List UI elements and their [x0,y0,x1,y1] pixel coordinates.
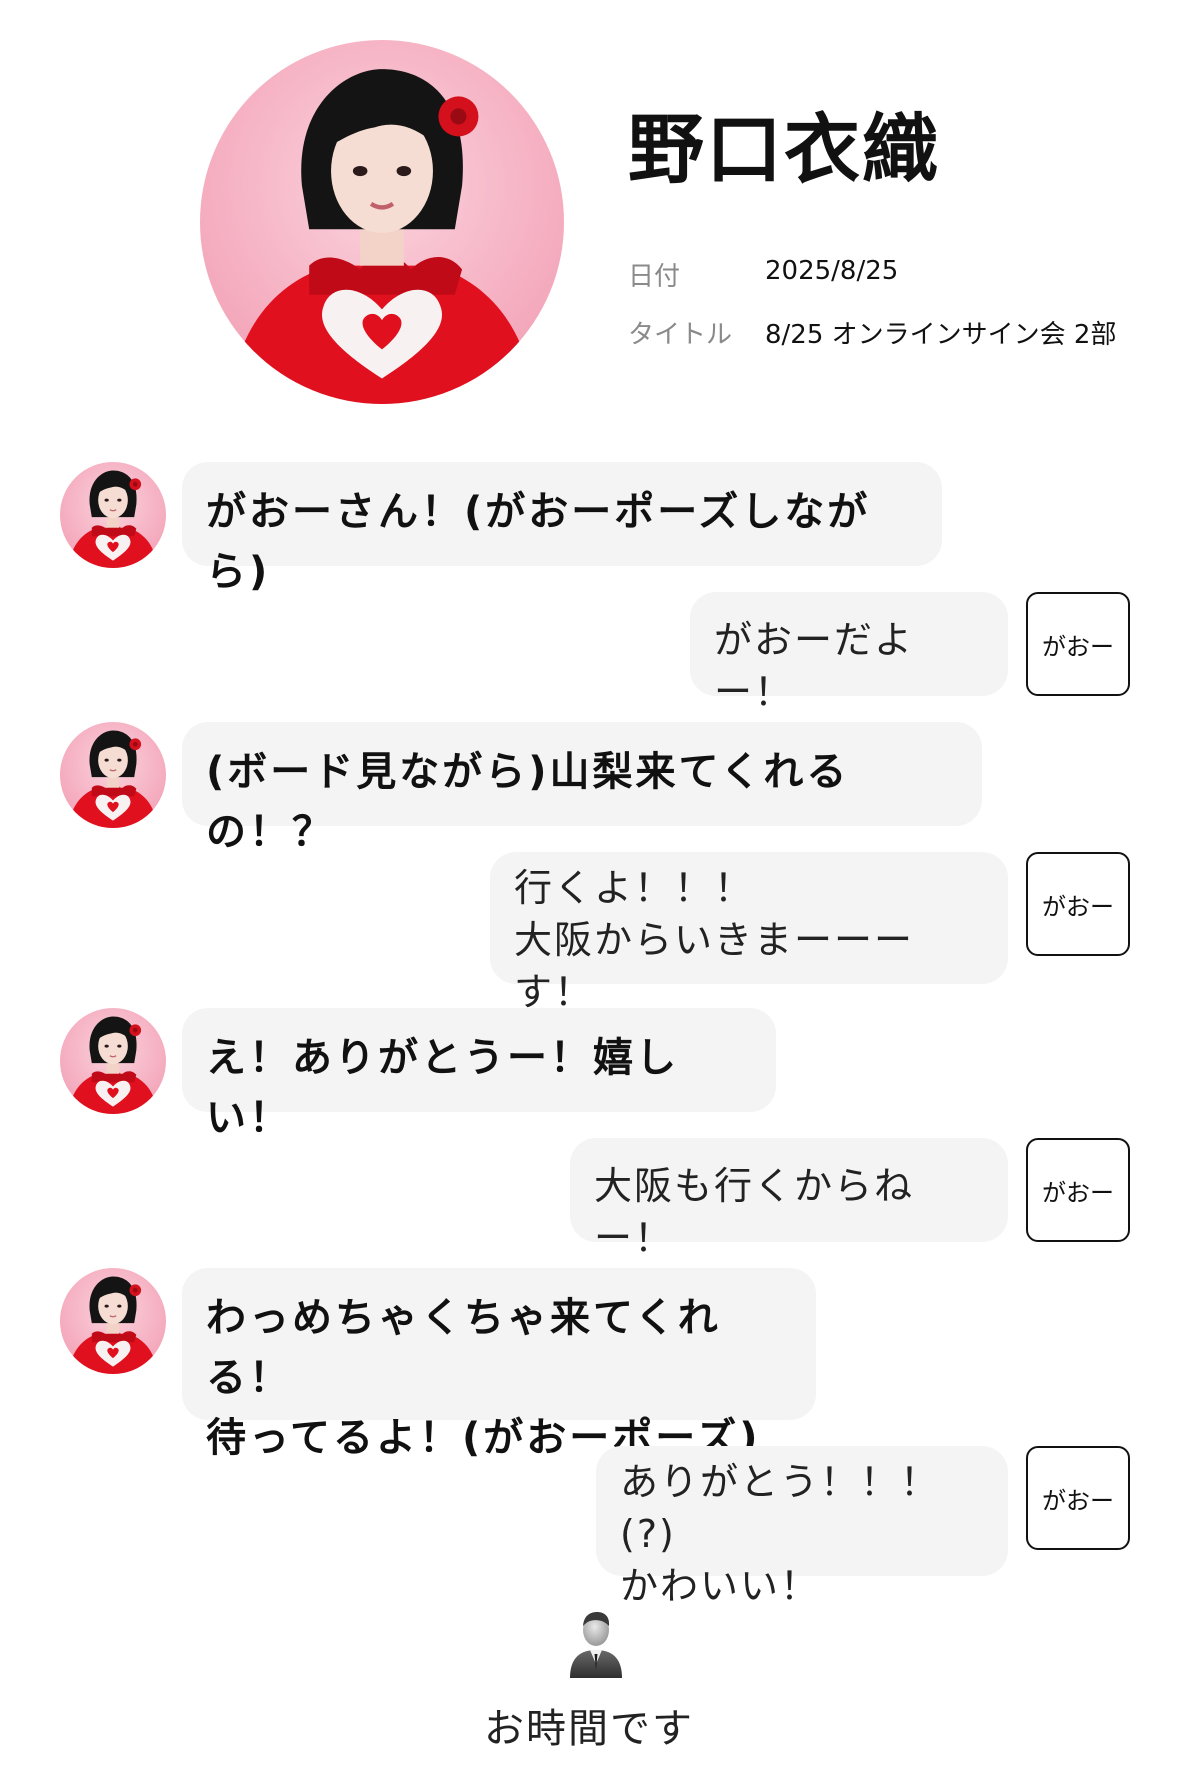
profile-photo [200,40,564,404]
fan-message-bubble: 大阪も行くからねー！ [570,1138,1008,1260]
idol-message-bubble: わっめちゃくちゃ来てくれる！ 待ってるよ！(がおーポーズ) [182,1268,816,1461]
date-value: 2025/8/25 [765,256,899,286]
idol-avatar [60,1268,166,1374]
idol-message-bubble: がおーさん！(がおーポーズしながら) [182,462,942,595]
date-label: 日付 [628,262,681,292]
idol-name: 野口衣織 [628,105,940,194]
idol-avatar [60,462,166,568]
fan-message-bubble: ありがとう！！！(?) かわいい！ [596,1446,1008,1608]
fan-message-bubble: 行くよ！！！ 大阪からいきまーーーす！ [490,852,1008,1014]
idol-avatar [60,722,166,828]
fan-name-tag: がおー [1026,1446,1130,1550]
end-notice: お時間です [484,1706,694,1752]
profile-header: 野口衣織 日付 2025/8/25 タイトル 8/25 オンラインサイン会 2部 [0,0,1178,430]
title-label: タイトル [628,320,733,350]
staff-icon [566,1604,626,1680]
fan-name-tag: がおー [1026,592,1130,696]
fan-message-bubble: がおーだよー！ [690,592,1008,714]
fan-name-tag: がおー [1026,852,1130,956]
idol-message-bubble: (ボード見ながら)山梨来てくれるの！？ [182,722,982,855]
idol-message-bubble: え！ありがとうー！嬉しい！ [182,1008,776,1141]
idol-avatar [60,1008,166,1114]
title-value: 8/25 オンラインサイン会 2部 [765,320,1117,350]
fan-name-tag: がおー [1026,1138,1130,1242]
